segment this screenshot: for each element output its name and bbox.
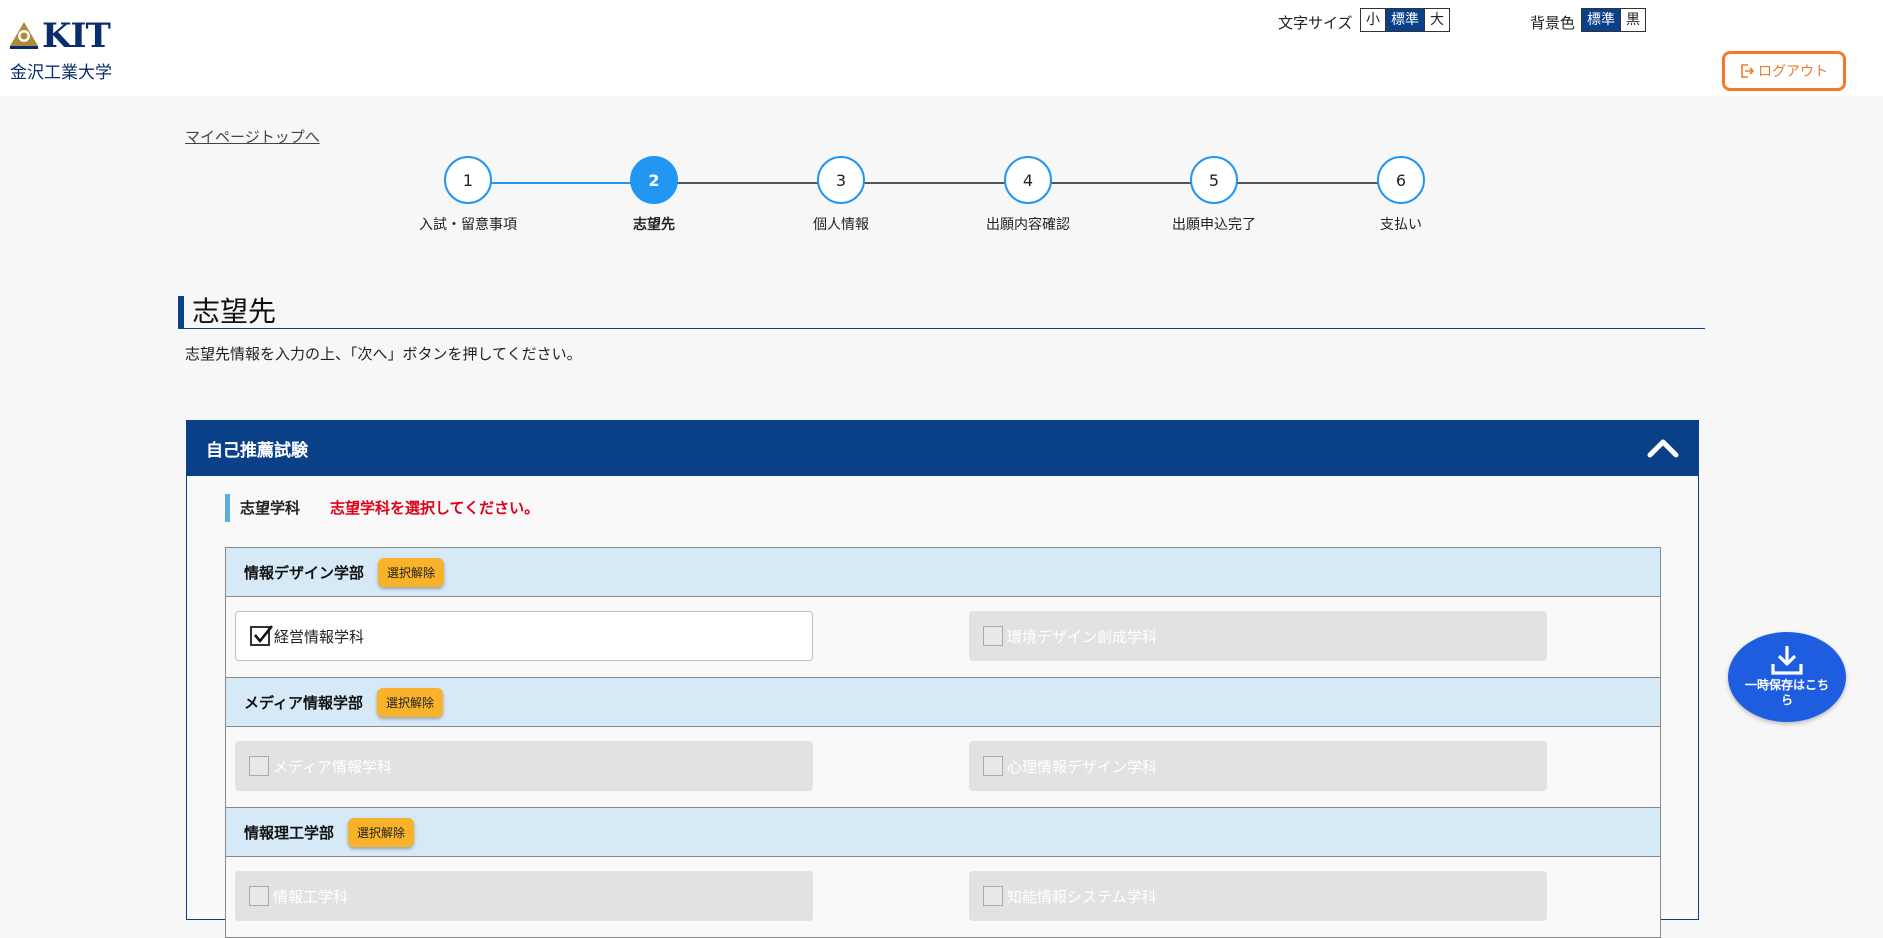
progress-stepper: 1 入試・留意事項 2 志望先 3 個人情報 4 出願内容確認 5 出願申込完了…	[0, 156, 1883, 246]
department-option[interactable]: メディア情報学科	[235, 741, 813, 791]
logo-emblem-icon	[10, 22, 38, 49]
font-size-switcher: 小 標準 大	[1360, 8, 1450, 32]
step-number: 5	[1190, 156, 1238, 204]
step-5: 5 出願申込完了	[1144, 156, 1284, 234]
checkbox-icon	[983, 886, 1003, 906]
department-label: 心理情報デザイン学科	[1007, 757, 1158, 776]
font-size-label: 文字サイズ	[1278, 14, 1353, 32]
bg-color-black-button[interactable]: 黒	[1621, 9, 1645, 31]
step-label: 出願内容確認	[986, 217, 1070, 233]
step-1: 1 入試・留意事項	[398, 156, 538, 234]
bg-color-switcher: 標準 黒	[1581, 8, 1646, 32]
checkbox-icon	[249, 756, 269, 776]
error-message: 志望学科を選択してください。	[330, 499, 540, 517]
step-label: 志望先	[633, 217, 675, 233]
download-icon	[1771, 646, 1803, 675]
department-option[interactable]: 知能情報システム学科	[969, 871, 1547, 921]
department-option[interactable]: 経営情報学科	[235, 611, 813, 661]
temporary-save-label: 一時保存はこちら	[1744, 678, 1829, 707]
department-label: 経営情報学科	[274, 627, 365, 646]
step-number: 6	[1377, 156, 1425, 204]
department-label: 情報工学科	[273, 887, 349, 906]
faculty-header: メディア情報学部 選択解除	[226, 678, 1660, 727]
exam-panel-header[interactable]: 自己推薦試験	[187, 421, 1698, 476]
step-number: 1	[444, 156, 492, 204]
title-divider	[178, 328, 1705, 329]
page-title: 志望先	[178, 296, 276, 328]
deselect-button[interactable]: 選択解除	[348, 817, 415, 847]
department-label: メディア情報学科	[273, 757, 392, 776]
font-size-standard-button[interactable]: 標準	[1386, 9, 1425, 31]
step-4: 4 出願内容確認	[958, 156, 1098, 234]
department-label: 環境デザイン創成学科	[1007, 627, 1158, 646]
department-grid: 情報デザイン学部 選択解除 経営情報学科 環境デザイン創成学科 メディア情報学部…	[225, 547, 1661, 938]
instruction-text: 志望先情報を入力の上、「次へ」ボタンを押してください。	[185, 345, 582, 363]
logout-icon	[1741, 64, 1754, 78]
temporary-save-button[interactable]: 一時保存はこちら	[1728, 632, 1846, 722]
faculty-name: メディア情報学部	[244, 693, 363, 712]
checkbox-icon	[983, 626, 1003, 646]
site-header: KIT 金沢工業大学 文字サイズ 小 標準 大 背景色 標準 黒 ログアウト	[0, 0, 1883, 96]
university-name: 金沢工業大学	[10, 63, 112, 83]
department-label: 知能情報システム学科	[1007, 887, 1157, 906]
faculty-header: 情報理工学部 選択解除	[226, 808, 1660, 857]
step-label: 入試・留意事項	[419, 217, 517, 233]
faculty-name: 情報理工学部	[244, 823, 335, 842]
step-6: 6 支払い	[1331, 156, 1471, 234]
department-option[interactable]: 情報工学科	[235, 871, 813, 921]
faculty-header: 情報デザイン学部 選択解除	[226, 548, 1660, 597]
faculty-departments: 情報工学科 知能情報システム学科	[226, 857, 1660, 938]
faculty-departments: メディア情報学科 心理情報デザイン学科	[226, 727, 1660, 808]
checkbox-icon	[249, 886, 269, 906]
font-size-small-button[interactable]: 小	[1361, 9, 1386, 31]
exam-panel: 自己推薦試験 志望学科 志望学科を選択してください。 情報デザイン学部 選択解除…	[186, 420, 1699, 938]
step-3: 3 個人情報	[771, 156, 911, 234]
exam-panel-title: 自己推薦試験	[206, 441, 308, 461]
bg-color-label: 背景色	[1530, 14, 1576, 32]
step-number: 4	[1004, 156, 1052, 204]
chevron-up-icon[interactable]	[1646, 435, 1680, 461]
step-number: 2	[630, 156, 678, 204]
university-logo[interactable]: KIT 金沢工業大学	[8, 16, 120, 83]
step-2: 2 志望先	[584, 156, 724, 234]
logout-button[interactable]: ログアウト	[1722, 51, 1846, 91]
logo-text: KIT	[42, 16, 111, 56]
step-label: 支払い	[1380, 217, 1422, 233]
step-number: 3	[817, 156, 865, 204]
checkbox-icon	[983, 756, 1003, 776]
step-label: 個人情報	[813, 217, 869, 233]
logout-label: ログアウト	[1758, 64, 1828, 80]
checkbox-checked-icon	[250, 625, 274, 646]
department-option[interactable]: 心理情報デザイン学科	[969, 741, 1547, 791]
bg-color-standard-button[interactable]: 標準	[1582, 9, 1621, 31]
deselect-button[interactable]: 選択解除	[378, 557, 445, 587]
section-label: 志望学科	[225, 494, 300, 522]
mypage-top-link[interactable]: マイページトップへ	[185, 126, 320, 147]
faculty-name: 情報デザイン学部	[244, 563, 365, 582]
step-label: 出願申込完了	[1172, 217, 1256, 233]
faculty-departments: 経営情報学科 環境デザイン創成学科	[226, 597, 1660, 678]
department-option[interactable]: 環境デザイン創成学科	[969, 611, 1547, 661]
deselect-button[interactable]: 選択解除	[376, 687, 443, 717]
font-size-large-button[interactable]: 大	[1425, 9, 1449, 31]
